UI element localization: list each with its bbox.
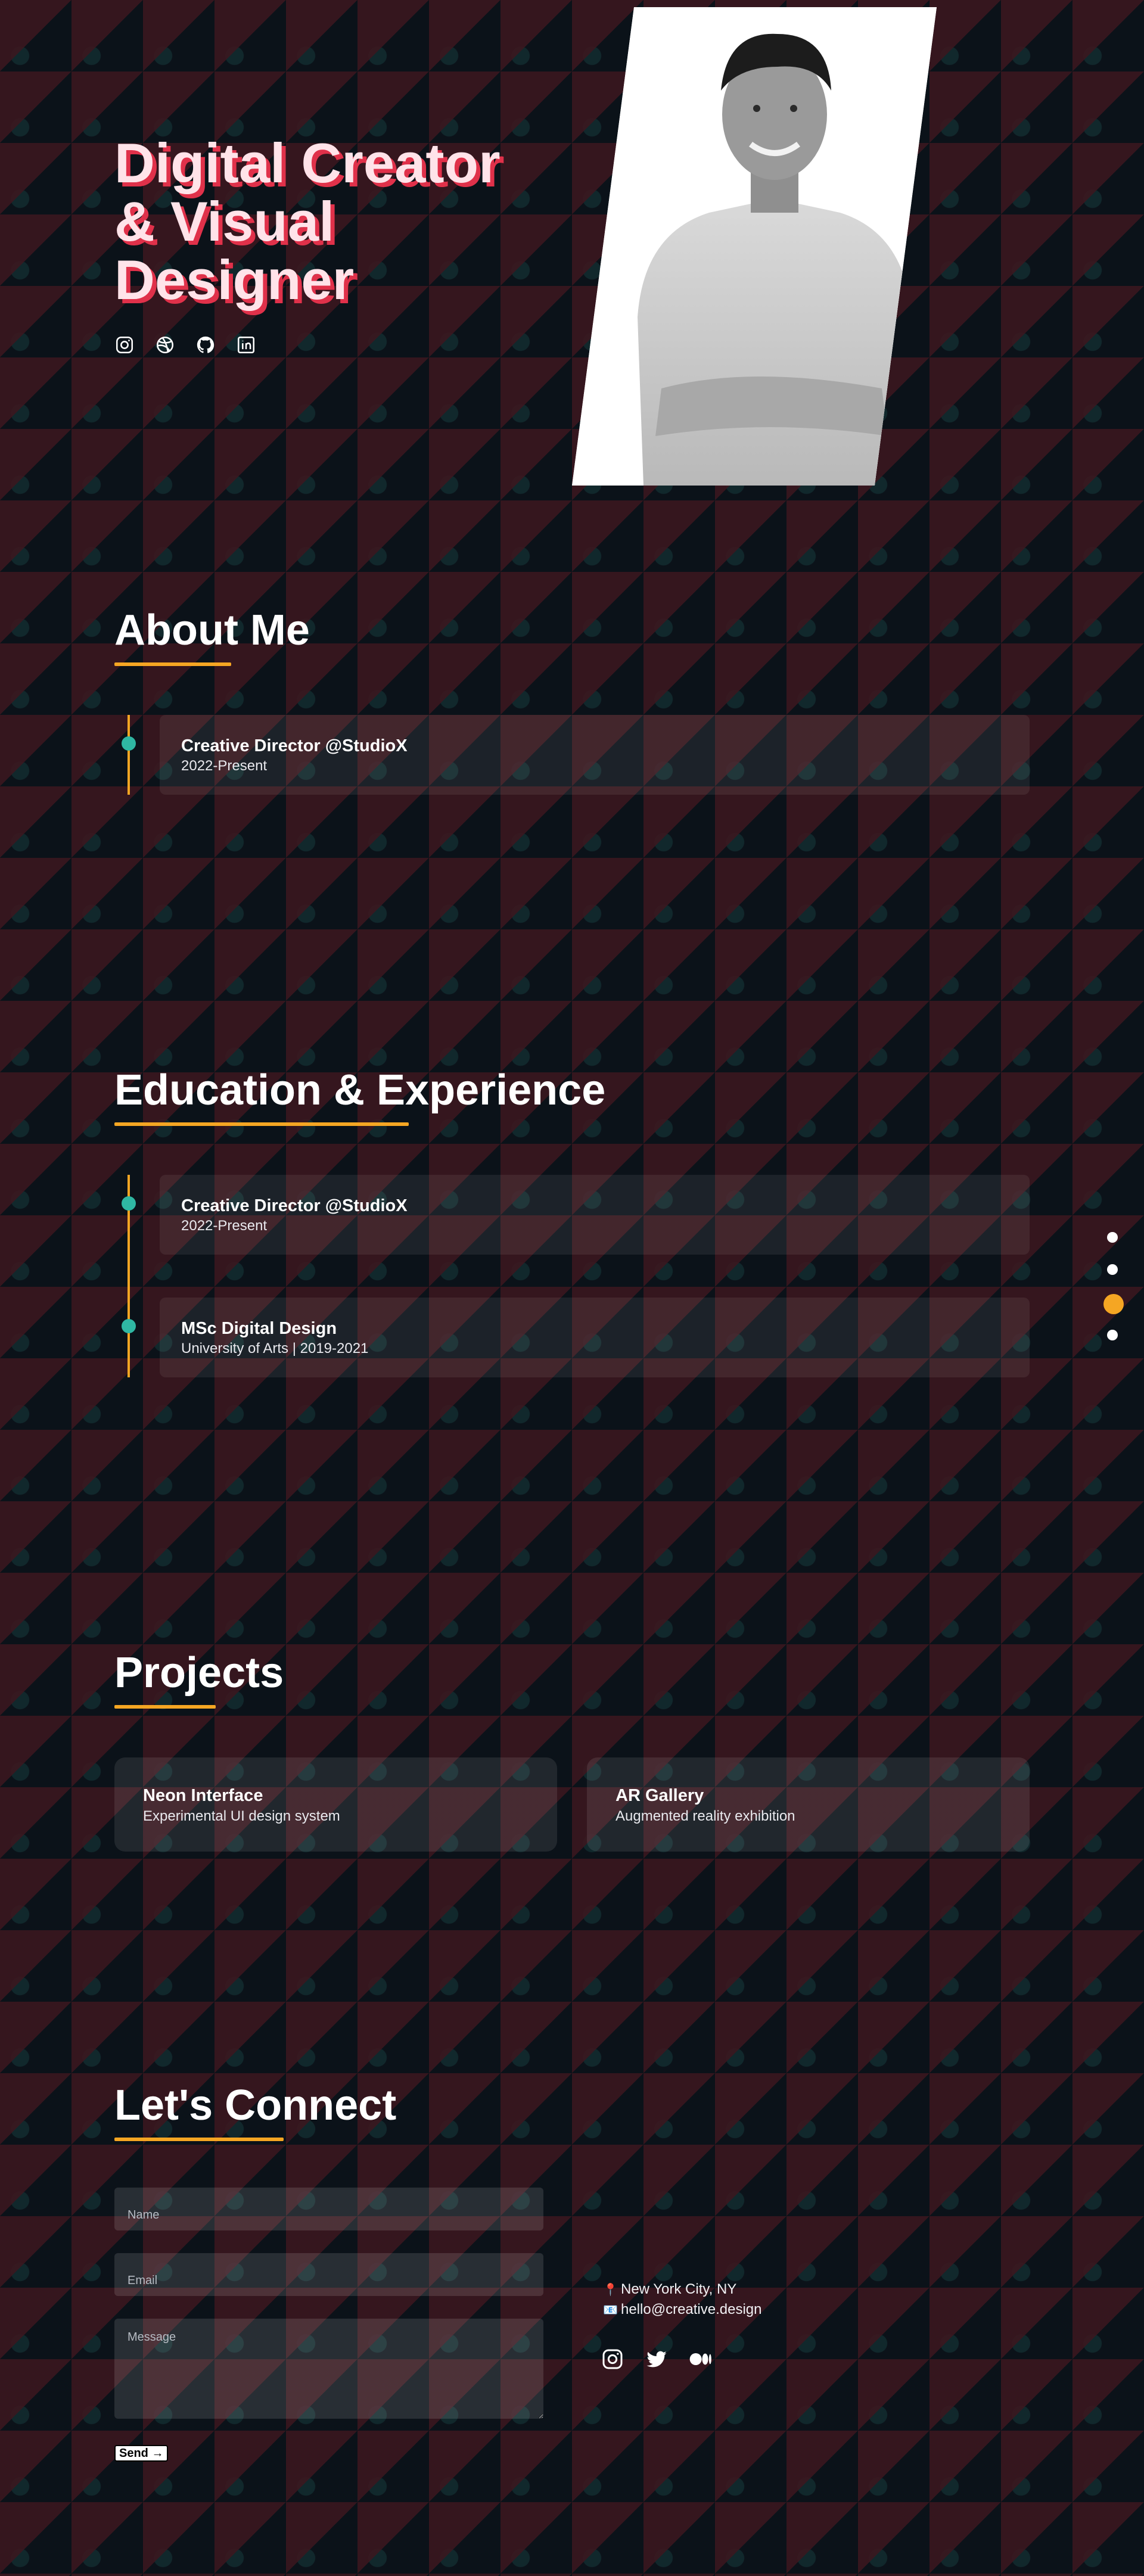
contact-title-underline xyxy=(114,2138,284,2141)
hero-title-line-3: Designer xyxy=(114,248,355,311)
about-title-underline xyxy=(114,662,231,666)
hero-title: Digital Creator & Visual Designer xyxy=(114,134,567,309)
contact-title: Let's Connect xyxy=(114,2082,397,2129)
contact-email-text[interactable]: hello@creative.design xyxy=(621,2301,762,2318)
nav-dot-1[interactable] xyxy=(1107,1232,1118,1243)
medium-icon[interactable] xyxy=(689,2347,713,2371)
nav-dot-4[interactable] xyxy=(1107,1330,1118,1340)
project-card-ar-gallery[interactable]: AR Gallery Augmented reality exhibition xyxy=(587,1757,1030,1852)
timeline-card-subtitle: University of Arts | 2019-2021 xyxy=(181,1340,369,1357)
contact-location: 📍 New York City, NY xyxy=(603,2279,762,2300)
timeline-card-subtitle: 2022-Present xyxy=(181,1218,268,1234)
instagram-icon[interactable] xyxy=(601,2347,624,2371)
twitter-icon[interactable] xyxy=(645,2347,669,2371)
education-title: Education & Experience xyxy=(114,1066,606,1114)
projects-title-underline xyxy=(114,1705,216,1709)
contact-location-text: New York City, NY xyxy=(621,2281,737,2297)
contact-social-links xyxy=(601,2347,713,2371)
email-field[interactable] xyxy=(114,2253,543,2296)
timeline-card-title: Creative Director @StudioX xyxy=(181,736,408,755)
education-timeline-dot-2 xyxy=(122,1319,136,1333)
education-timeline-dot-1 xyxy=(122,1196,136,1211)
timeline-card-subtitle: 2022-Present xyxy=(181,758,268,774)
about-timeline-dot xyxy=(122,736,136,751)
hero-title-line-2: & Visual xyxy=(114,190,335,253)
nav-dot-3-active[interactable] xyxy=(1103,1294,1124,1314)
about-title: About Me xyxy=(114,606,310,654)
education-timeline-card-2: MSc Digital Design University of Arts | … xyxy=(160,1298,1030,1377)
portrait-photo xyxy=(572,7,937,486)
project-card-subtitle: Augmented reality exhibition xyxy=(615,1808,795,1824)
project-card-neon-interface[interactable]: Neon Interface Experimental UI design sy… xyxy=(114,1757,557,1852)
projects-title: Projects xyxy=(114,1649,284,1697)
nav-dot-2[interactable] xyxy=(1107,1264,1118,1275)
envelope-icon: 📧 xyxy=(603,2303,618,2317)
timeline-card-title: MSc Digital Design xyxy=(181,1319,337,1338)
project-card-title: AR Gallery xyxy=(615,1786,704,1805)
hero-title-line-1: Digital Creator xyxy=(114,132,500,194)
dribbble-icon[interactable] xyxy=(155,335,175,355)
about-timeline-card: Creative Director @StudioX 2022-Present xyxy=(160,715,1030,795)
hero-social-links xyxy=(114,335,256,355)
name-field[interactable] xyxy=(114,2188,543,2230)
location-pin-icon: 📍 xyxy=(603,2283,618,2297)
education-timeline-card-1: Creative Director @StudioX 2022-Present xyxy=(160,1175,1030,1255)
send-button[interactable]: Send → xyxy=(114,2445,169,2462)
linkedin-icon[interactable] xyxy=(236,335,256,355)
project-card-subtitle: Experimental UI design system xyxy=(143,1808,340,1824)
github-icon[interactable] xyxy=(195,335,216,355)
instagram-icon[interactable] xyxy=(114,335,135,355)
project-card-title: Neon Interface xyxy=(143,1786,263,1805)
education-title-underline xyxy=(114,1122,409,1126)
timeline-card-title: Creative Director @StudioX xyxy=(181,1196,408,1215)
contact-info: 📍 New York City, NY 📧 hello@creative.des… xyxy=(603,2279,762,2320)
contact-email[interactable]: 📧 hello@creative.design xyxy=(603,2300,762,2320)
message-field[interactable] xyxy=(114,2319,543,2419)
about-timeline-line xyxy=(128,715,130,795)
